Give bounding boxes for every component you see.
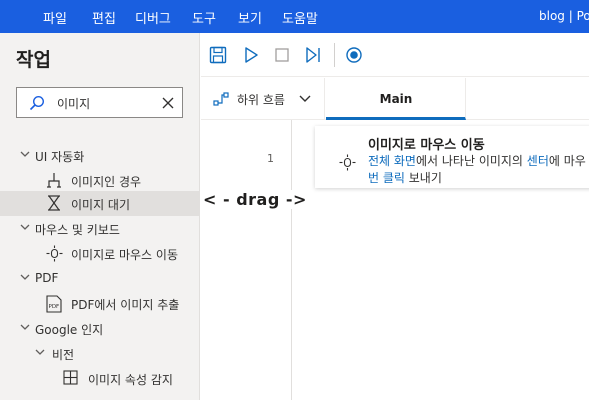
run-next-action-icon[interactable] — [303, 45, 323, 65]
action-param-click: 번 클릭 — [368, 171, 405, 185]
move-mouse-icon — [339, 154, 356, 171]
menu-view[interactable]: 보기 — [238, 8, 262, 27]
line-gutter-divider — [291, 120, 292, 400]
tree-group-label: 마우스 및 키보드 — [35, 223, 120, 237]
toolbar-separator — [334, 43, 335, 67]
flow-tabs: 하위 흐름 Main — [201, 78, 589, 120]
action-line-number: 1 — [267, 152, 274, 165]
action-param-position: 센터 — [526, 154, 549, 168]
stop-icon[interactable] — [272, 45, 292, 65]
subflows-label: 하위 흐름 — [237, 93, 285, 107]
tree-subgroup-label: 비전 — [52, 348, 75, 362]
tree-subgroup-vision[interactable]: 비전 — [0, 341, 199, 366]
action-desc-text: 에 마우 — [548, 154, 586, 168]
tree-group-mouse-keyboard[interactable]: 마우스 및 키보드 — [0, 216, 199, 241]
run-icon[interactable] — [241, 45, 261, 65]
action-description: 전체 화면에서 나타난 이미지의 센터에 마우번 클릭 보내기 — [368, 153, 589, 187]
tree-item-label: 이미지인 경우 — [71, 175, 142, 189]
tree-item-label: 이미지로 마우스 이동 — [71, 248, 178, 262]
chevron-down-icon — [20, 274, 30, 280]
window-title: blog | Pov — [539, 9, 589, 23]
menu-file[interactable]: 파일 — [43, 8, 67, 27]
pdf-file-icon: PDF — [46, 295, 62, 313]
tree-item-detect-image-properties[interactable]: 이미지 속성 감지 — [0, 366, 199, 391]
chevron-down-icon — [20, 151, 30, 157]
if-branch-icon — [47, 173, 61, 188]
layout-grid-icon — [63, 370, 78, 385]
menu-tools[interactable]: 도구 — [192, 8, 216, 27]
tree-item-move-mouse-to-image[interactable]: 이미지로 마우스 이동 — [0, 241, 199, 266]
tree-group-ui-automation[interactable]: UI 자동화 — [0, 143, 199, 168]
chevron-down-icon — [20, 324, 30, 330]
chevron-down-icon — [35, 349, 45, 355]
drag-hint-annotation: < - drag -> — [203, 190, 307, 209]
record-icon[interactable] — [344, 45, 364, 65]
action-card-move-mouse-to-image[interactable]: 이미지로 마우스 이동 전체 화면에서 나타난 이미지의 센터에 마우번 클릭 … — [315, 126, 589, 188]
tab-main[interactable]: Main — [326, 78, 466, 120]
tree-group-pdf[interactable]: PDF — [0, 266, 199, 291]
save-icon[interactable] — [208, 45, 228, 65]
menu-debug[interactable]: 디버그 — [135, 8, 171, 27]
tree-group-label: PDF — [35, 271, 59, 285]
designer-toolbar — [201, 33, 589, 77]
actions-search-input[interactable]: 이미지 — [57, 95, 90, 112]
action-desc-text: 보내기 — [404, 171, 442, 185]
chevron-down-icon — [20, 224, 30, 230]
action-param-screen: 전체 화면 — [368, 154, 416, 168]
search-icon — [29, 95, 45, 111]
actions-search-box[interactable]: 이미지 — [16, 87, 183, 118]
tree-item-wait-image[interactable]: 이미지 대기 — [0, 191, 199, 216]
tree-item-label: PDF에서 이미지 추출 — [71, 298, 180, 312]
subflows-dropdown[interactable]: 하위 흐름 — [201, 78, 325, 119]
menu-bar: 파일 편집 디버그 도구 보기 도움말 blog | Pov — [0, 0, 589, 33]
move-mouse-icon — [46, 245, 63, 262]
tree-group-label: UI 자동화 — [35, 150, 85, 164]
action-title: 이미지로 마우스 이동 — [368, 138, 485, 153]
actions-panel: 작업 이미지 UI 자동화 이미지인 경우 이미지 대기 마우스 및 키보드 이… — [0, 33, 200, 400]
actions-panel-title: 작업 — [16, 49, 51, 71]
tree-group-google-cognitive[interactable]: Google 인지 — [0, 316, 199, 341]
tree-item-label: 이미지 대기 — [71, 198, 131, 212]
tab-main-label: Main — [379, 92, 413, 106]
tree-item-label: 이미지 속성 감지 — [88, 373, 173, 387]
flow-canvas[interactable]: 1 이미지로 마우스 이동 전체 화면에서 나타난 이미지의 센터에 마우번 클… — [201, 120, 589, 400]
clear-search-icon[interactable] — [162, 97, 174, 109]
svg-text:PDF: PDF — [49, 304, 60, 310]
tree-item-if-image[interactable]: 이미지인 경우 — [0, 168, 199, 193]
chevron-down-icon — [299, 95, 311, 102]
tree-item-extract-images-pdf[interactable]: PDF PDF에서 이미지 추출 — [0, 291, 199, 316]
action-desc-text: 에서 나타난 이미지의 — [415, 154, 527, 168]
subflow-icon — [213, 92, 229, 106]
tree-group-label: Google 인지 — [35, 323, 104, 337]
hourglass-icon — [48, 195, 60, 211]
menu-edit[interactable]: 편집 — [92, 8, 116, 27]
menu-help[interactable]: 도움말 — [282, 8, 318, 27]
